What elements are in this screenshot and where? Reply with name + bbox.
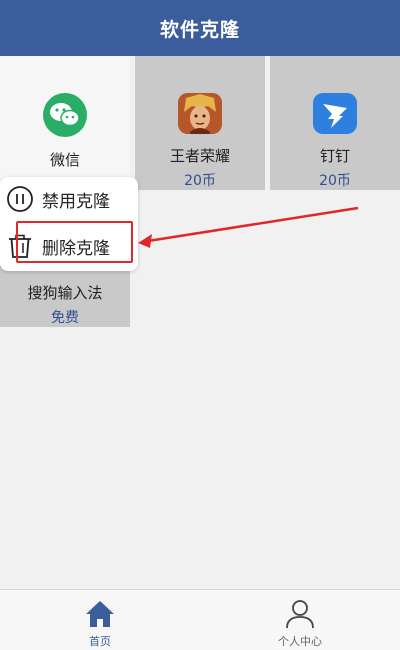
app-price: 20币 xyxy=(184,173,216,189)
app-name: 王者荣耀 xyxy=(169,147,230,165)
page-title: 软件克隆 xyxy=(159,18,240,41)
tab-label: 首页 xyxy=(89,635,111,648)
app-header: 软件克隆 xyxy=(0,0,400,56)
home-icon xyxy=(86,601,114,627)
disable-clone-menu-item[interactable]: 禁用克隆 xyxy=(0,177,138,221)
dingtalk-icon xyxy=(313,93,357,134)
app-name: 搜狗输入法 xyxy=(27,284,103,302)
wechat-icon xyxy=(43,93,87,137)
game-avatar-icon xyxy=(178,93,222,134)
user-icon xyxy=(286,600,314,629)
app-name: 微信 xyxy=(49,151,80,169)
annotation-highlight-box xyxy=(16,221,133,263)
app-price: 免费 xyxy=(51,310,79,326)
tab-label: 个人中心 xyxy=(278,635,322,648)
app-tile-dingtalk[interactable]: 钉钉 20币 xyxy=(270,56,400,190)
pause-icon xyxy=(7,186,33,212)
bottom-tab-bar: 首页 个人中心 xyxy=(0,589,400,650)
menu-item-label: 禁用克隆 xyxy=(42,191,110,212)
tab-home[interactable]: 首页 xyxy=(0,590,200,650)
app-price: 20币 xyxy=(319,173,351,189)
tab-profile[interactable]: 个人中心 xyxy=(200,590,400,650)
app-tile-honor-of-kings[interactable]: 王者荣耀 20币 xyxy=(135,56,265,190)
app-tile-wechat[interactable]: 微信 xyxy=(0,56,130,190)
app-name: 钉钉 xyxy=(319,147,350,165)
